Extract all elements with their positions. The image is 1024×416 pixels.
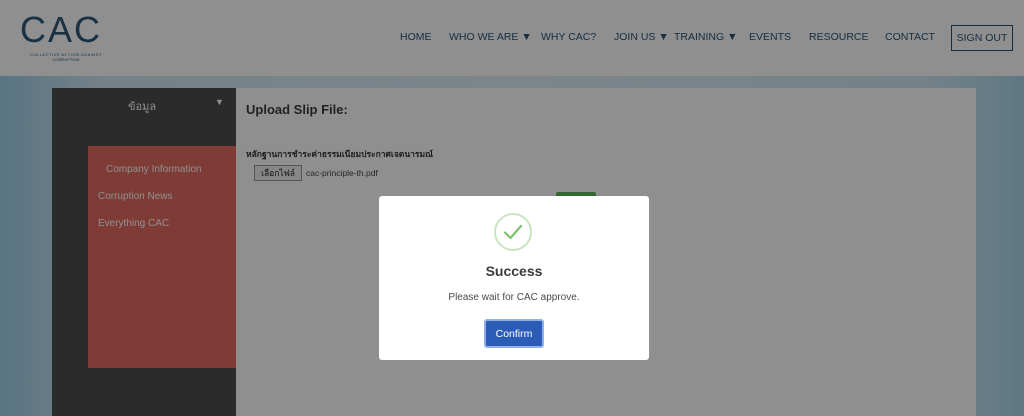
check-icon <box>494 213 532 251</box>
dialog-title: Success <box>485 263 543 279</box>
success-dialog: Success Please wait for CAC approve. Con… <box>379 196 649 360</box>
dialog-message: Please wait for CAC approve. <box>448 292 580 303</box>
confirm-button[interactable]: Confirm <box>484 319 544 348</box>
